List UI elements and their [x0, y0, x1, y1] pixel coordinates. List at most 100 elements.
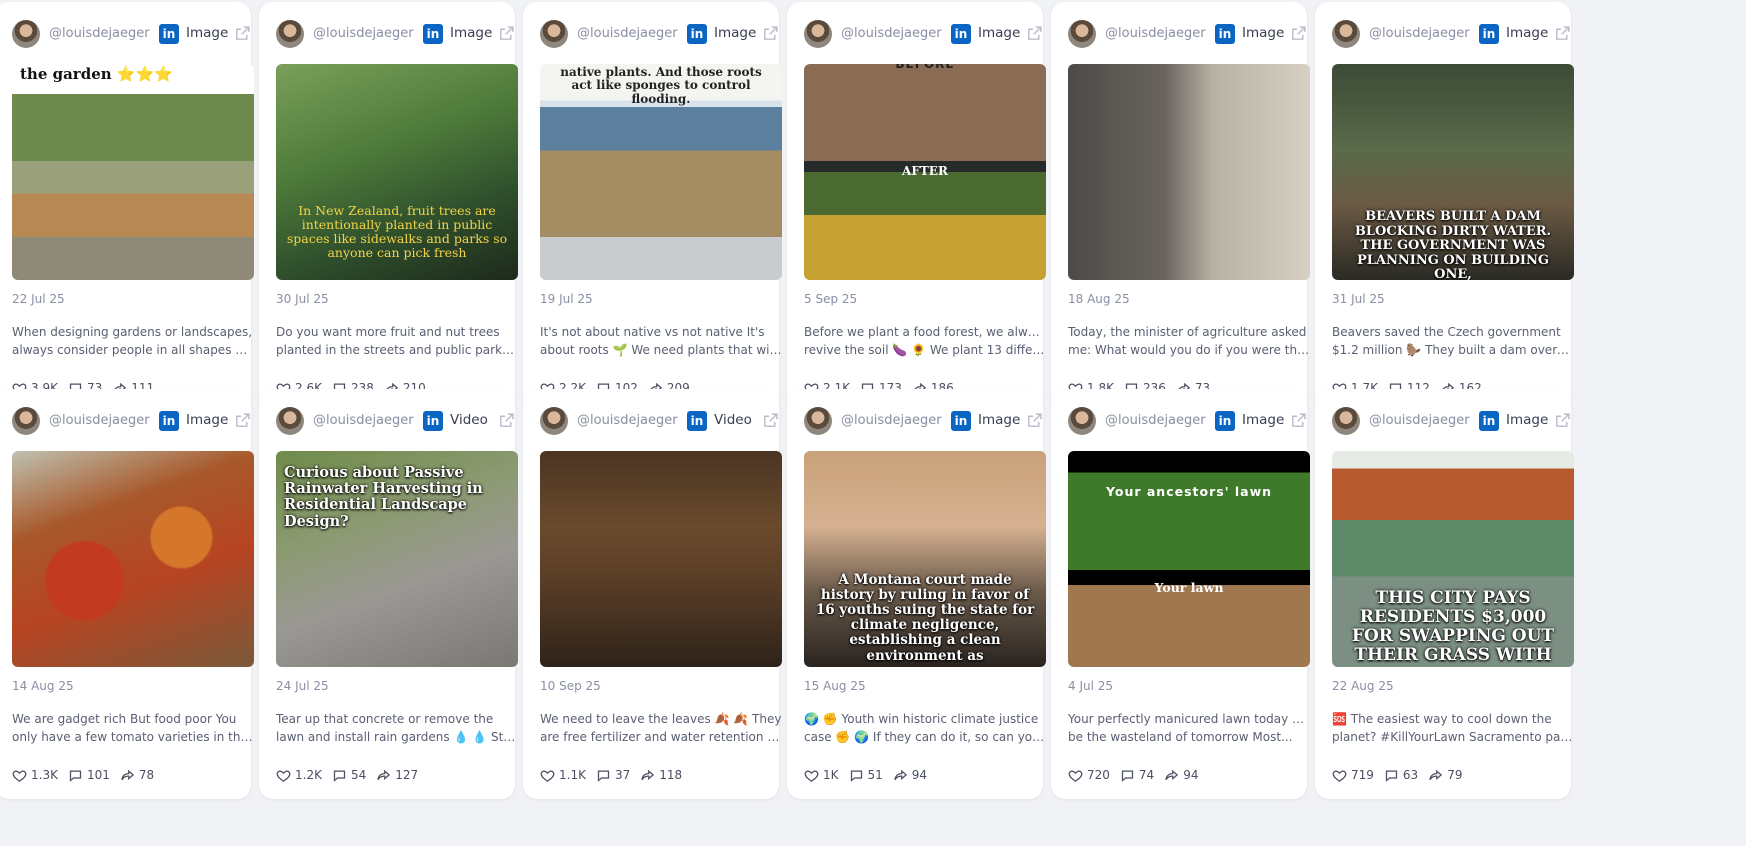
external-link-icon[interactable] [762, 25, 779, 42]
media-caption-top: BEFORE [895, 64, 955, 71]
author-handle[interactable]: @louisdejaeger [577, 413, 678, 428]
avatar[interactable] [276, 20, 304, 48]
post-media[interactable]: native plants. And those roots act like … [540, 64, 782, 280]
description-line: planet? #KillYourLawn Sacramento pay... [1332, 729, 1574, 744]
author-handle[interactable]: @louisdejaeger [1369, 26, 1470, 41]
description-line: We are gadget rich But food poor You [12, 712, 237, 726]
post-card[interactable]: @louisdejaeger in Image 14 Aug 25 We are… [0, 389, 254, 799]
author-handle[interactable]: @louisdejaeger [1369, 413, 1470, 428]
post-media[interactable]: In New Zealand, fruit trees are intentio… [276, 64, 518, 280]
comments-count: 37 [614, 768, 631, 782]
media-type-label: Image [1242, 25, 1285, 41]
post-card[interactable]: @louisdejaeger in Image BEAVERS BUILT A … [1315, 2, 1574, 412]
post-description: Your perfectly manicured lawn today will… [1068, 711, 1310, 747]
post-date: 4 Jul 25 [1068, 679, 1114, 693]
post-description: We are gadget rich But food poor You onl… [12, 711, 254, 747]
avatar[interactable] [804, 20, 832, 48]
avatar[interactable] [12, 20, 40, 48]
linkedin-icon: in [1215, 411, 1235, 431]
post-description: Tear up that concrete or remove the lawn… [276, 711, 518, 747]
avatar[interactable] [12, 407, 40, 435]
post-media[interactable]: the garden ⭐⭐⭐ [12, 64, 254, 280]
post-card[interactable]: @louisdejaeger in Video 10 Sep 25 We nee… [523, 389, 782, 799]
author-handle[interactable]: @louisdejaeger [841, 26, 942, 41]
post-media[interactable]: BEAVERS BUILT A DAM BLOCKING DIRTY WATER… [1332, 64, 1574, 280]
post-description: Beavers saved the Czech government $1.2 … [1332, 324, 1574, 360]
shares-count: 79 [1447, 768, 1463, 782]
description-line: $1.2 million 🦫 They built a dam overnig.… [1332, 342, 1574, 357]
author-handle[interactable]: @louisdejaeger [49, 26, 150, 41]
post-media[interactable]: A Montana court made history by ruling i… [804, 451, 1046, 667]
post-media[interactable]: BEFORE AFTER [804, 64, 1046, 280]
author-handle[interactable]: @louisdejaeger [841, 413, 942, 428]
linkedin-icon: in [951, 411, 971, 431]
media-type-label: Image [186, 412, 229, 428]
external-link-icon[interactable] [1026, 412, 1043, 429]
author-handle[interactable]: @louisdejaeger [313, 26, 414, 41]
post-date: 22 Jul 25 [12, 292, 65, 306]
post-card[interactable]: @louisdejaeger in Image 18 Aug 25 Today,… [1051, 2, 1310, 412]
avatar[interactable] [1068, 407, 1096, 435]
likes-count: 1.2K [295, 768, 322, 782]
post-description: 🆘 The easiest way to cool down the plane… [1332, 711, 1574, 747]
media-type-label: Video [714, 412, 752, 428]
post-card[interactable]: @louisdejaeger in Image THIS CITY PAYS R… [1315, 389, 1574, 799]
external-link-icon[interactable] [1554, 25, 1571, 42]
media-type-label: Image [1242, 412, 1285, 428]
post-media[interactable] [1068, 64, 1310, 280]
external-link-icon[interactable] [234, 412, 251, 429]
description-line: Before we plant a food forest, we always [804, 325, 1046, 339]
post-card[interactable]: @louisdejaeger in Image A Montana court … [787, 389, 1046, 799]
avatar[interactable] [1068, 20, 1096, 48]
post-media[interactable]: Curious about Passive Rainwater Harvesti… [276, 451, 518, 667]
external-link-icon[interactable] [1290, 25, 1307, 42]
shares-count: 118 [659, 768, 683, 782]
external-link-icon[interactable] [762, 412, 779, 429]
author-handle[interactable]: @louisdejaeger [577, 26, 678, 41]
description-line: Your perfectly manicured lawn today will [1068, 712, 1310, 726]
post-card[interactable]: @louisdejaeger in Video Curious about Pa… [259, 389, 518, 799]
post-media[interactable]: THIS CITY PAYS RESIDENTS $3,000 FOR SWAP… [1332, 451, 1574, 667]
avatar[interactable] [276, 407, 304, 435]
author-handle[interactable]: @louisdejaeger [1105, 26, 1206, 41]
media-type-label: Image [714, 25, 757, 41]
likes-count: 1.1K [559, 768, 586, 782]
external-link-icon[interactable] [1026, 25, 1043, 42]
avatar[interactable] [1332, 20, 1360, 48]
author-handle[interactable]: @louisdejaeger [1105, 413, 1206, 428]
external-link-icon[interactable] [1554, 412, 1571, 429]
avatar[interactable] [540, 407, 568, 435]
external-link-icon[interactable] [1290, 412, 1307, 429]
post-media[interactable] [12, 451, 254, 667]
linkedin-icon: in [159, 24, 179, 44]
post-card[interactable]: @louisdejaeger in Image BEFORE AFTER 5 Se… [787, 2, 1046, 412]
description-line: planted in the streets and public parks?… [276, 342, 518, 357]
avatar[interactable] [804, 407, 832, 435]
linkedin-icon: in [687, 411, 707, 431]
post-card[interactable]: @louisdejaeger in Image the garden ⭐⭐⭐ 2… [0, 2, 254, 412]
card-header: @louisdejaeger in Image [276, 20, 518, 48]
post-card[interactable]: @louisdejaeger in Image Your ancestors' … [1051, 389, 1310, 799]
media-caption: THIS CITY PAYS RESIDENTS $3,000 FOR SWAP… [1351, 588, 1555, 666]
avatar[interactable] [1332, 407, 1360, 435]
external-link-icon[interactable] [498, 25, 515, 42]
post-media[interactable]: Your ancestors' lawn Your lawn [1068, 451, 1310, 667]
author-handle[interactable]: @louisdejaeger [49, 413, 150, 428]
post-description: 🌍 ✊ Youth win historic climate justice c… [804, 711, 1046, 747]
linkedin-icon: in [1215, 24, 1235, 44]
external-link-icon[interactable] [498, 412, 515, 429]
post-date: 30 Jul 25 [276, 292, 329, 306]
description-line: Do you want more fruit and nut trees [276, 325, 500, 339]
external-link-icon[interactable] [234, 25, 251, 42]
post-card[interactable]: @louisdejaeger in Image native plants. A… [523, 2, 782, 412]
post-card[interactable]: @louisdejaeger in Image In New Zealand, … [259, 2, 518, 412]
card-header: @louisdejaeger in Image [1332, 407, 1574, 435]
post-media[interactable] [540, 451, 782, 667]
linkedin-icon: in [951, 24, 971, 44]
post-description: Today, the minister of agriculture asked… [1068, 324, 1310, 360]
author-handle[interactable]: @louisdejaeger [313, 413, 414, 428]
avatar[interactable] [540, 20, 568, 48]
linkedin-icon: in [1479, 24, 1499, 44]
description-line: We need to leave the leaves 🍂 🍂 They [540, 712, 782, 726]
media-type-label: Image [978, 412, 1021, 428]
